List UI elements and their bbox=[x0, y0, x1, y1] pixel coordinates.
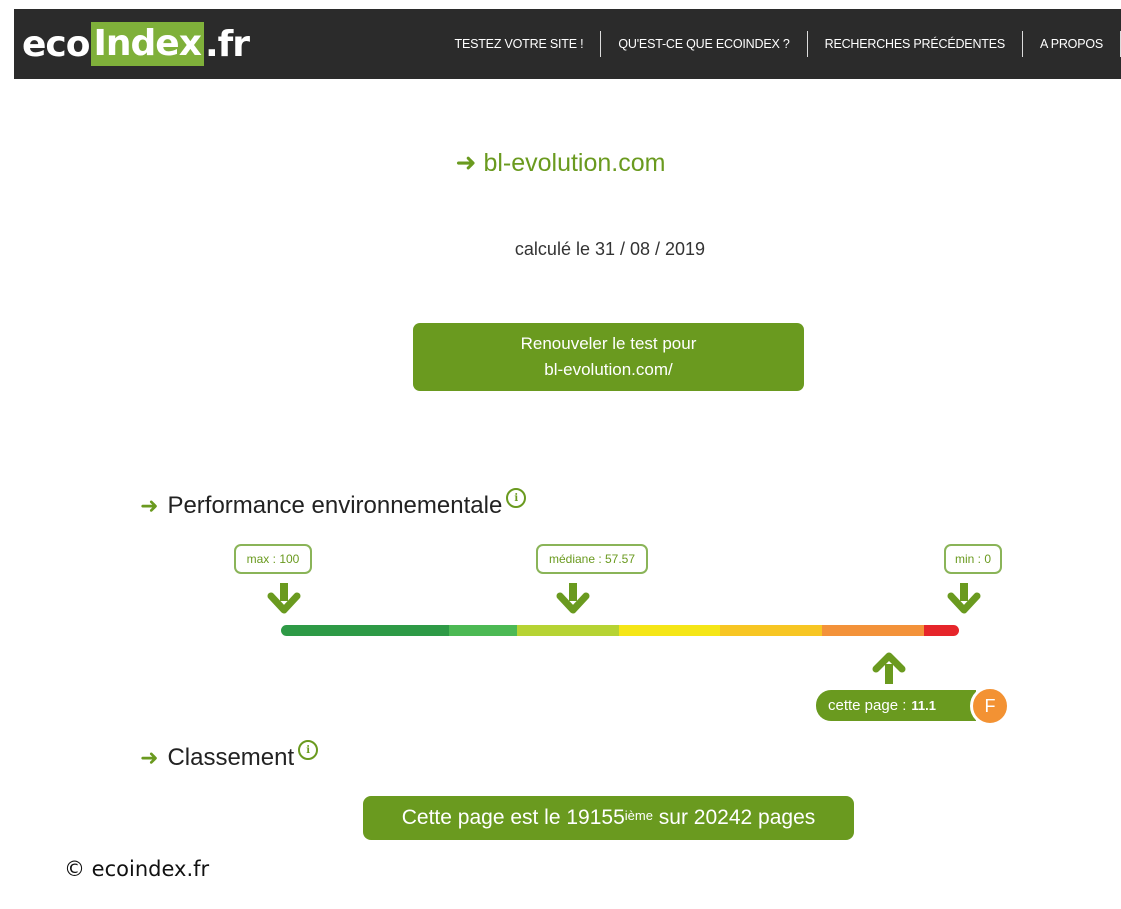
performance-title-text: Performance environnementale bbox=[167, 492, 503, 519]
nav-what-is-ecoindex[interactable]: QU'EST-CE QUE ECOINDEX ? bbox=[601, 37, 806, 51]
scale-segment-e bbox=[720, 625, 822, 636]
nav-previous-searches[interactable]: RECHERCHES PRÉCÉDENTES bbox=[808, 37, 1022, 51]
ranking-section-title: ➜ Classement i bbox=[140, 740, 319, 772]
renew-test-button[interactable]: Renouveler le test pour bl-evolution.com… bbox=[413, 323, 804, 391]
top-navigation-bar: eco Index .fr TESTEZ VOTRE SITE ! QU'EST-C… bbox=[14, 9, 1121, 79]
page-score-value: 11.1 bbox=[911, 698, 936, 713]
median-marker: médiane : 57.57 bbox=[536, 544, 648, 574]
info-icon[interactable]: i bbox=[506, 488, 527, 508]
page-score-label: cette page : bbox=[828, 697, 907, 714]
environmental-score-scale bbox=[281, 625, 959, 636]
arrow-down-icon bbox=[556, 583, 590, 614]
arrow-down-icon bbox=[947, 583, 981, 614]
median-label: médiane : 57.57 bbox=[548, 552, 636, 566]
ranking-title-text: Classement bbox=[167, 744, 295, 771]
ranking-prefix: Cette page est le 19155 bbox=[401, 806, 625, 829]
main-nav: TESTEZ VOTRE SITE ! QU'EST-CE QUE ECOIND… bbox=[438, 9, 1121, 79]
computed-date: calculé le 31 / 08 / 2019 bbox=[514, 239, 706, 259]
logo-fr: .fr bbox=[204, 23, 250, 65]
ranking-result: Cette page est le 19155 ième sur 20242 pa… bbox=[363, 796, 854, 840]
max-label: max : 100 bbox=[246, 552, 300, 566]
arrow-up-icon bbox=[872, 652, 906, 684]
arrow-right-icon: ➜ bbox=[140, 493, 159, 518]
min-label: min : 0 bbox=[954, 552, 991, 566]
ranking-ordinal-suffix: ième bbox=[624, 807, 653, 823]
nav-about[interactable]: A PROPOS bbox=[1023, 37, 1120, 51]
max-marker: max : 100 bbox=[234, 544, 312, 574]
tested-site-name: bl-evolution.com bbox=[483, 149, 666, 177]
page-score-pill: cette page : 11.1 bbox=[816, 690, 976, 721]
arrow-right-icon: ➜ bbox=[140, 745, 159, 770]
arrow-right-icon: ➜ bbox=[455, 149, 477, 177]
ranking-rest: sur 20242 pages bbox=[652, 806, 816, 829]
ecoindex-logo[interactable]: eco Index .fr bbox=[22, 21, 250, 67]
scale-segment-g bbox=[923, 625, 959, 636]
renew-label-line1: Renouveler le test pour bbox=[520, 334, 697, 353]
arrow-down-icon bbox=[267, 583, 301, 614]
logo-index: Index bbox=[90, 22, 204, 66]
logo-eco: eco bbox=[22, 23, 90, 65]
min-marker: min : 0 bbox=[944, 544, 1002, 574]
nav-test-site[interactable]: TESTEZ VOTRE SITE ! bbox=[438, 37, 601, 51]
scale-segment-f bbox=[822, 625, 924, 636]
renew-label-line2: bl-evolution.com/ bbox=[544, 360, 673, 379]
tested-site-title: ➜ bl-evolution.com bbox=[0, 148, 1121, 178]
scale-segment-d bbox=[618, 625, 721, 636]
scale-segment-a bbox=[281, 625, 450, 636]
grade-badge: F bbox=[970, 686, 1010, 726]
copyright-notice: © ecoindex.fr bbox=[64, 857, 210, 881]
info-icon[interactable]: i bbox=[298, 740, 319, 760]
scale-segment-c bbox=[516, 625, 619, 636]
scale-segment-b bbox=[449, 625, 517, 636]
performance-section-title: ➜ Performance environnementale i bbox=[140, 488, 527, 520]
